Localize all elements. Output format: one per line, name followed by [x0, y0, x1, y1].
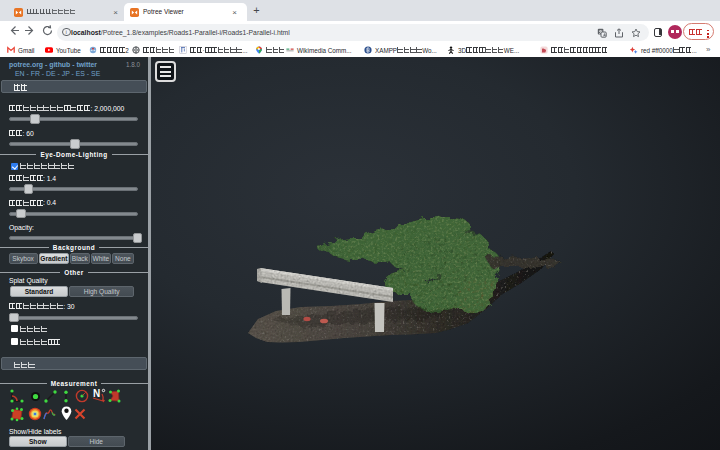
svg-text:N: N — [93, 388, 100, 399]
